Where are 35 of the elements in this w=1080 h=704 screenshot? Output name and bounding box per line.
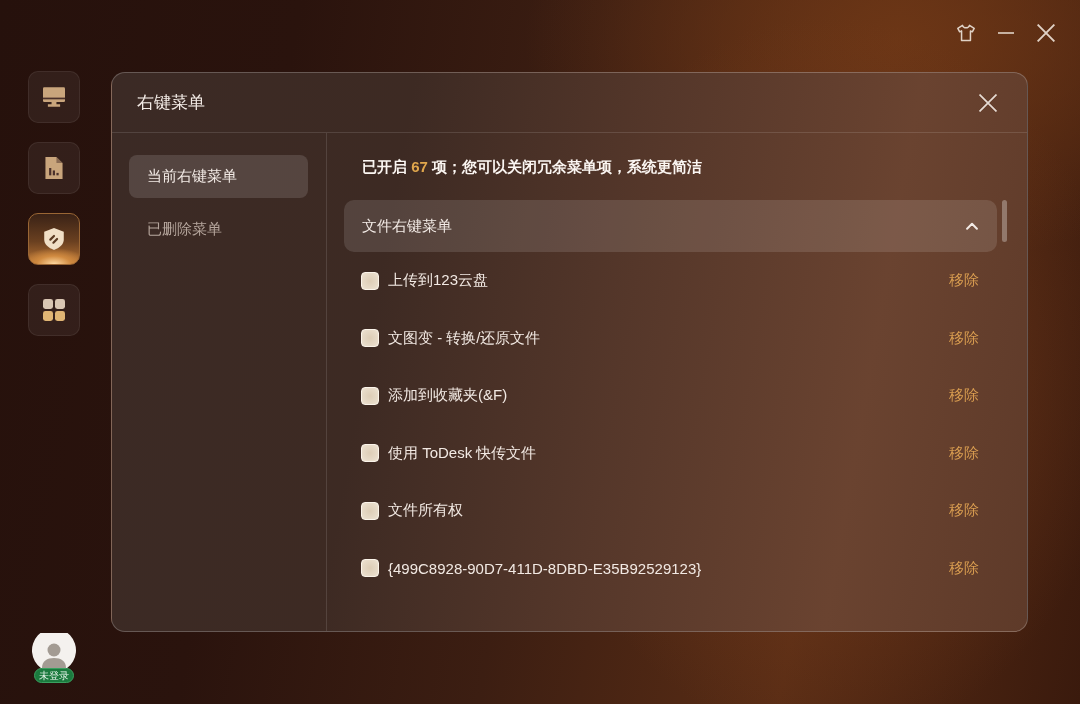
nav-button[interactable] <box>28 213 80 265</box>
remove-link[interactable]: 移除 <box>949 443 979 463</box>
checkbox[interactable] <box>361 559 379 578</box>
summary-text: 已开启 67 项；您可以关闭冗余菜单项，系统更简洁 <box>362 157 703 177</box>
item-label: 文件所有权 <box>388 501 463 521</box>
remove-link[interactable]: 移除 <box>949 501 979 521</box>
checkbox[interactable] <box>361 386 379 405</box>
shield-icon <box>43 228 65 250</box>
monitor-icon <box>43 86 65 108</box>
sidebar-tab[interactable]: 已删除菜单 <box>129 208 308 251</box>
item-label: {499C8928-90D7-411D-8DBD-E35B92529123} <box>388 559 702 577</box>
item-label: 添加到收藏夹(&F) <box>388 386 508 406</box>
chart-file-icon <box>43 157 65 179</box>
remove-link[interactable]: 移除 <box>949 271 979 291</box>
minimize-icon <box>998 32 1014 34</box>
remove-link[interactable]: 移除 <box>949 386 979 406</box>
close-icon <box>979 93 997 112</box>
grid-icon <box>43 299 65 321</box>
remove-link[interactable]: 移除 <box>949 558 979 578</box>
checkbox[interactable] <box>361 501 379 520</box>
remove-link[interactable]: 移除 <box>949 328 979 348</box>
item-label: 文图变 - 转换/还原文件 <box>388 328 541 348</box>
dialog-title: 右键菜单 <box>137 92 205 114</box>
scrollbar-thumb[interactable] <box>1002 200 1007 242</box>
close-icon <box>1037 24 1055 42</box>
item-label: 使用 ToDesk 快传文件 <box>388 443 537 463</box>
login-status-badge: 未登录 <box>34 668 74 683</box>
user-avatar-icon[interactable] <box>32 633 76 668</box>
sidebar-tab[interactable]: 当前右键菜单 <box>129 155 308 198</box>
shirt-icon <box>957 24 975 42</box>
group-header[interactable]: 文件右键菜单 <box>344 200 997 252</box>
checkbox[interactable] <box>361 329 379 348</box>
checkbox[interactable] <box>361 444 379 463</box>
item-label: 上传到123云盘 <box>388 271 489 291</box>
checkbox[interactable] <box>361 271 379 290</box>
